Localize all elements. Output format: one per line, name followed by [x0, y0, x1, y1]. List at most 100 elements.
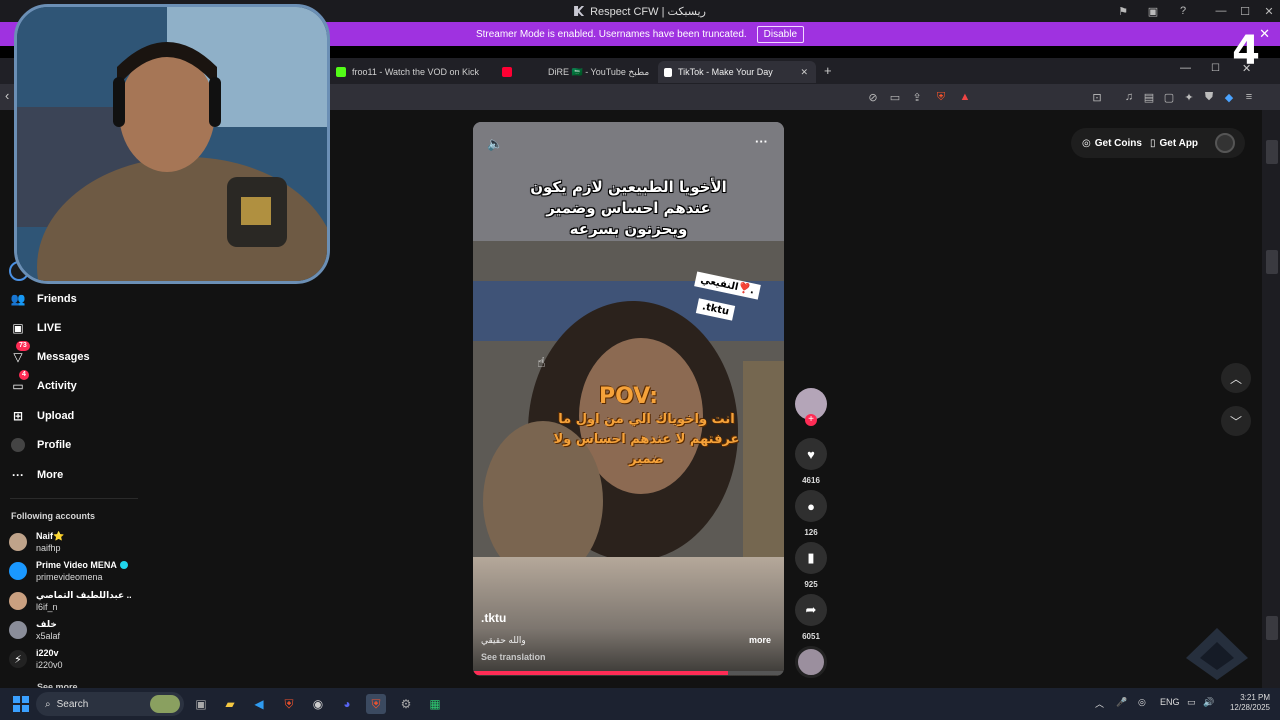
app-icon[interactable]: ▦: [425, 694, 445, 714]
account-handle: x5alaf: [36, 631, 61, 641]
inner-minimize-icon[interactable]: —: [1180, 62, 1191, 74]
sidebar-item-label: Messages: [37, 351, 90, 363]
follow-plus-icon[interactable]: +: [805, 414, 817, 426]
screenshot-icon[interactable]: ⊡: [1090, 90, 1104, 104]
rewards-icon[interactable]: ▲: [958, 90, 972, 104]
brave-shield-icon[interactable]: ⛨: [934, 90, 948, 104]
brave-icon[interactable]: ⛨: [279, 694, 299, 714]
messages-badge: 73: [16, 341, 30, 351]
account-name: i220v: [36, 648, 59, 658]
close-window-icon[interactable]: ✕: [1256, 0, 1280, 22]
sound-disc-button[interactable]: [795, 646, 827, 678]
cast-icon[interactable]: ▭: [888, 90, 902, 104]
tab-tiktok[interactable]: TikTok - Make Your Day ✕: [658, 61, 816, 83]
get-app-button[interactable]: ▯ Get App: [1150, 132, 1198, 154]
windows-start-icon[interactable]: [11, 694, 31, 714]
video-player[interactable]: 🔈 ··· الأخويا الطبيعين لازم يكون عندهم ا…: [473, 122, 784, 676]
like-button[interactable]: ♥ 4616: [795, 438, 827, 485]
maximize-icon[interactable]: ☐: [1232, 0, 1258, 22]
clock[interactable]: 3:21 PM 12/28/2025: [1222, 693, 1270, 713]
video-author[interactable]: .tktu: [481, 611, 506, 625]
following-account[interactable]: Naif⭐ naifhp: [9, 530, 64, 554]
screen-icon[interactable]: ▣: [1146, 4, 1160, 18]
share-icon[interactable]: ⇪: [910, 90, 924, 104]
side-widget[interactable]: [1266, 140, 1278, 164]
close-icon[interactable]: ✕: [1259, 26, 1270, 42]
get-coins-label: Get Coins: [1094, 137, 1142, 149]
volume-icon[interactable]: 🔈: [487, 136, 503, 152]
comment-count: 126: [804, 528, 818, 537]
side-widget[interactable]: [1266, 250, 1278, 274]
new-tab-button[interactable]: +: [824, 63, 832, 78]
clock-date: 12/28/2025: [1229, 703, 1270, 712]
minimize-icon[interactable]: —: [1208, 0, 1234, 22]
avatar: [9, 533, 27, 551]
disable-streamer-button[interactable]: Disable: [756, 25, 805, 43]
music-icon[interactable]: ♫: [1122, 90, 1136, 104]
avatar: [9, 562, 27, 580]
sidebar-item-profile[interactable]: Profile: [10, 437, 71, 453]
sidebar-item-upload[interactable]: ⊞ Upload: [10, 408, 74, 424]
leo-ai-icon[interactable]: ✦: [1182, 90, 1196, 104]
obs-icon[interactable]: ◉: [308, 694, 328, 714]
help-icon[interactable]: ?: [1176, 4, 1190, 18]
settings-gear-icon[interactable]: ⚙: [396, 694, 416, 714]
account-name: عبداللطيف التماصي ..: [36, 590, 132, 600]
get-coins-button[interactable]: ◎ Get Coins: [1082, 132, 1142, 154]
following-account[interactable]: عبداللطيف التماصي .. l6if_n: [9, 589, 132, 613]
next-video-button[interactable]: ﹀: [1221, 406, 1251, 436]
tray-chevron-icon[interactable]: ︿: [1095, 697, 1104, 710]
wallet-icon[interactable]: ▢: [1162, 90, 1176, 104]
back-icon[interactable]: ‹: [5, 88, 9, 103]
tab-youtube[interactable]: DiRE 🇸🇦 - YouTube مطبخ: [496, 61, 654, 83]
file-explorer-icon[interactable]: ▰: [220, 694, 240, 714]
vpn-icon[interactable]: ⛊: [1202, 90, 1216, 104]
comment-button[interactable]: ● 126: [795, 490, 827, 537]
sidebar-item-more[interactable]: ··· More: [10, 467, 63, 483]
sidebar-toggle-icon[interactable]: ▤: [1142, 90, 1156, 104]
friends-icon: 👥: [10, 292, 26, 306]
speaker-icon[interactable]: 🔊: [1203, 697, 1214, 708]
progress-track[interactable]: [473, 671, 784, 675]
vscode-icon[interactable]: ◀: [249, 694, 269, 714]
following-account[interactable]: ⚡ i220v i220v0: [9, 647, 63, 671]
account-handle: primevideomena: [36, 572, 103, 582]
more-link[interactable]: more: [749, 635, 771, 645]
share-button[interactable]: ➦ 6051: [795, 594, 827, 641]
display-icon[interactable]: ▭: [1187, 697, 1196, 708]
mic-icon[interactable]: 🎤: [1116, 697, 1127, 708]
network-icon[interactable]: ◎: [1138, 697, 1146, 708]
tab-kick[interactable]: froo11 - Watch the VOD on Kick: [330, 61, 490, 83]
tab-label: TikTok - Make Your Day: [678, 67, 773, 77]
sidebar-item-label: Activity: [37, 380, 77, 392]
avatar: ⚡: [9, 650, 27, 668]
sidebar-item-activity[interactable]: ▭ 4 Activity: [10, 370, 77, 394]
creator-avatar-button[interactable]: +: [795, 388, 827, 426]
extension-icon[interactable]: ◆: [1222, 90, 1236, 104]
see-translation-link[interactable]: See translation: [481, 652, 546, 662]
comment-icon: ●: [795, 490, 827, 522]
following-account[interactable]: خلف x5alaf: [9, 618, 60, 642]
sidebar-item-label: Friends: [37, 293, 77, 305]
bookmark-icon: ▮: [795, 542, 827, 574]
user-avatar[interactable]: [1215, 133, 1235, 153]
webcam-image: [17, 7, 327, 281]
save-button[interactable]: ▮ 925: [795, 542, 827, 589]
discord-icon[interactable]: ◕: [337, 694, 357, 714]
language-indicator[interactable]: ENG: [1160, 697, 1180, 707]
inner-maximize-icon[interactable]: ☐: [1211, 63, 1220, 74]
following-account[interactable]: Prime Video MENA primevideomena: [9, 559, 128, 583]
menu-icon[interactable]: ≡: [1242, 90, 1256, 104]
sidebar-item-live[interactable]: ▣ LIVE: [10, 320, 61, 336]
previous-video-button[interactable]: ︿: [1221, 363, 1251, 393]
side-widget[interactable]: [1266, 616, 1278, 640]
brave-active-icon[interactable]: ⛨: [366, 694, 386, 714]
video-more-options-icon[interactable]: ···: [755, 134, 768, 149]
reader-off-icon[interactable]: ⊘: [866, 90, 880, 104]
taskbar-search[interactable]: ⌕ Search: [36, 692, 184, 716]
tab-close-icon[interactable]: ✕: [800, 67, 808, 78]
task-view-icon[interactable]: ▣: [191, 694, 211, 714]
sidebar-item-friends[interactable]: 👥 Friends: [10, 291, 77, 307]
sidebar-item-messages[interactable]: ▽ 73 Messages: [10, 341, 90, 365]
flag-icon[interactable]: ⚑: [1116, 4, 1130, 18]
